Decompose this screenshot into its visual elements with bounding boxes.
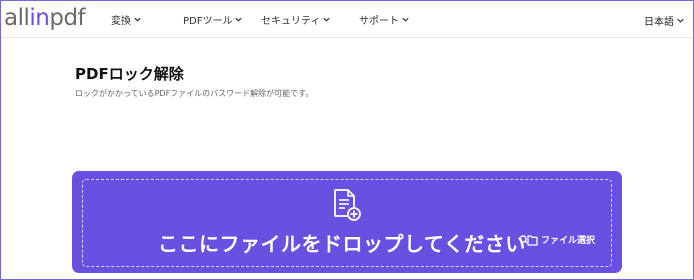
page-subtitle: ロックがかかっているPDFファイルのパスワード解除が可能です。: [75, 89, 314, 98]
file-drop-zone[interactable]: ここにファイルをドロップしてください ファイル選択: [72, 171, 622, 273]
logo-text-in: in: [29, 5, 50, 31]
logo-text-pdf: pdf: [49, 5, 86, 31]
drop-instruction-text: ここにファイルをドロップしてください: [158, 232, 526, 256]
chevron-down-icon: [677, 18, 684, 23]
nav-security-label: セキュリティ: [261, 16, 321, 27]
select-file-button[interactable]: ファイル選択: [519, 233, 595, 246]
nav-convert[interactable]: 変換: [111, 12, 142, 27]
nav-support-label: サポート: [359, 16, 399, 27]
chevron-down-icon: [402, 17, 409, 22]
nav-security[interactable]: セキュリティ: [261, 12, 331, 27]
chevron-down-icon: [323, 17, 331, 22]
chevron-down-icon: [134, 17, 141, 22]
select-file-label: ファイル選択: [541, 236, 596, 246]
language-selector[interactable]: 日本語: [644, 13, 685, 28]
top-header: allinpdf 変換 PDFツール セキュリティ サポート 日本語: [1, 1, 693, 38]
nav-pdf-tools-label: PDFツール: [183, 16, 233, 27]
nav-convert-label: 変換: [111, 16, 131, 27]
language-label: 日本語: [644, 17, 674, 28]
chevron-down-icon: [235, 17, 243, 22]
page-title: PDFロック解除: [75, 65, 184, 83]
allinpdf-logo[interactable]: allinpdf: [4, 5, 86, 31]
logo-text-all: all: [4, 5, 30, 31]
folder-search-icon: [519, 234, 538, 246]
add-file-icon: [334, 189, 361, 221]
nav-support[interactable]: サポート: [359, 12, 410, 27]
nav-pdf-tools[interactable]: PDFツール: [183, 12, 243, 27]
